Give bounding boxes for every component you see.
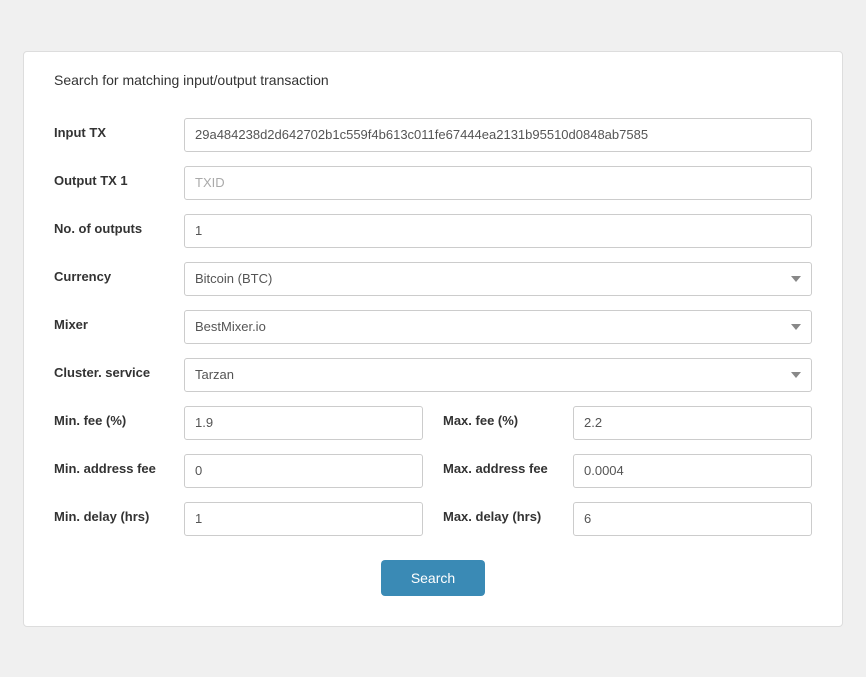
min-delay-label: Min. delay (hrs) bbox=[54, 502, 184, 524]
input-tx-row: Input TX bbox=[54, 118, 812, 152]
output-tx1-row: Output TX 1 bbox=[54, 166, 812, 200]
mixer-field: BestMixer.io BitcoinFog Helix bbox=[184, 310, 812, 344]
output-tx1-field bbox=[184, 166, 812, 200]
search-button[interactable]: Search bbox=[381, 560, 485, 596]
max-address-fee-item: Max. address fee bbox=[443, 454, 812, 488]
max-fee-field bbox=[573, 406, 812, 440]
no-outputs-input[interactable] bbox=[184, 214, 812, 248]
cluster-service-row: Cluster. service Tarzan Option 2 Option … bbox=[54, 358, 812, 392]
max-fee-label: Max. fee (%) bbox=[443, 406, 573, 428]
max-fee-item: Max. fee (%) bbox=[443, 406, 812, 440]
min-delay-field bbox=[184, 502, 423, 536]
mixer-select-wrapper: BestMixer.io BitcoinFog Helix bbox=[184, 310, 812, 344]
currency-field: Bitcoin (BTC) Ethereum (ETH) Litecoin (L… bbox=[184, 262, 812, 296]
max-address-fee-input[interactable] bbox=[573, 454, 812, 488]
min-fee-item: Min. fee (%) bbox=[54, 406, 423, 440]
min-fee-label: Min. fee (%) bbox=[54, 406, 184, 428]
output-tx1-input[interactable] bbox=[184, 166, 812, 200]
min-fee-input[interactable] bbox=[184, 406, 423, 440]
cluster-service-field: Tarzan Option 2 Option 3 bbox=[184, 358, 812, 392]
currency-select[interactable]: Bitcoin (BTC) Ethereum (ETH) Litecoin (L… bbox=[184, 262, 812, 296]
input-tx-input[interactable] bbox=[184, 118, 812, 152]
max-delay-label: Max. delay (hrs) bbox=[443, 502, 573, 524]
currency-row: Currency Bitcoin (BTC) Ethereum (ETH) Li… bbox=[54, 262, 812, 296]
cluster-service-select-wrapper: Tarzan Option 2 Option 3 bbox=[184, 358, 812, 392]
mixer-row: Mixer BestMixer.io BitcoinFog Helix bbox=[54, 310, 812, 344]
min-delay-input[interactable] bbox=[184, 502, 423, 536]
cluster-service-label: Cluster. service bbox=[54, 358, 184, 380]
card-title: Search for matching input/output transac… bbox=[54, 72, 812, 98]
max-delay-field bbox=[573, 502, 812, 536]
min-address-fee-field bbox=[184, 454, 423, 488]
min-delay-item: Min. delay (hrs) bbox=[54, 502, 423, 536]
min-address-fee-input[interactable] bbox=[184, 454, 423, 488]
currency-label: Currency bbox=[54, 262, 184, 284]
min-address-fee-label: Min. address fee bbox=[54, 454, 184, 476]
no-outputs-field bbox=[184, 214, 812, 248]
currency-select-wrapper: Bitcoin (BTC) Ethereum (ETH) Litecoin (L… bbox=[184, 262, 812, 296]
max-delay-input[interactable] bbox=[573, 502, 812, 536]
max-delay-item: Max. delay (hrs) bbox=[443, 502, 812, 536]
output-tx1-label: Output TX 1 bbox=[54, 166, 184, 188]
max-fee-input[interactable] bbox=[573, 406, 812, 440]
max-address-fee-field bbox=[573, 454, 812, 488]
search-card: Search for matching input/output transac… bbox=[23, 51, 843, 627]
input-tx-field bbox=[184, 118, 812, 152]
address-fee-row: Min. address fee Max. address fee bbox=[54, 454, 812, 488]
cluster-service-select[interactable]: Tarzan Option 2 Option 3 bbox=[184, 358, 812, 392]
fee-row: Min. fee (%) Max. fee (%) bbox=[54, 406, 812, 440]
min-fee-field bbox=[184, 406, 423, 440]
no-outputs-label: No. of outputs bbox=[54, 214, 184, 236]
mixer-select[interactable]: BestMixer.io BitcoinFog Helix bbox=[184, 310, 812, 344]
mixer-label: Mixer bbox=[54, 310, 184, 332]
input-tx-label: Input TX bbox=[54, 118, 184, 140]
max-address-fee-label: Max. address fee bbox=[443, 454, 573, 476]
delay-row: Min. delay (hrs) Max. delay (hrs) bbox=[54, 502, 812, 536]
no-outputs-row: No. of outputs bbox=[54, 214, 812, 248]
search-btn-row: Search bbox=[54, 560, 812, 596]
min-address-fee-item: Min. address fee bbox=[54, 454, 423, 488]
